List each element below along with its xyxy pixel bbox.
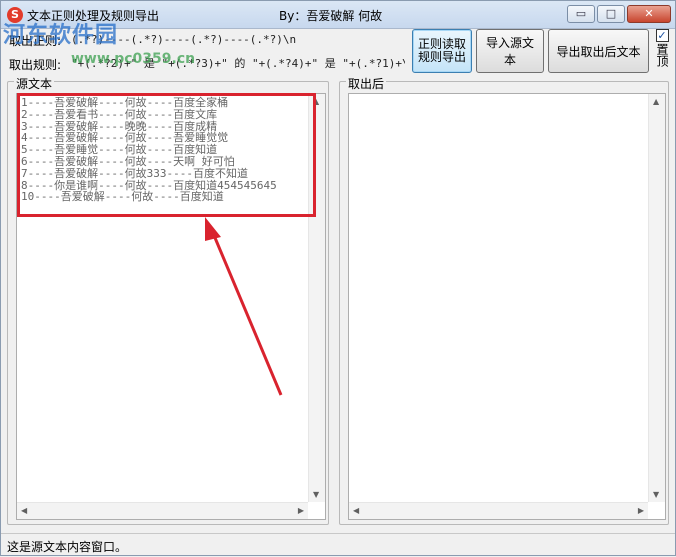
result-vertical-scrollbar[interactable]: ▲ ▼: [648, 94, 665, 502]
source-vertical-scrollbar[interactable]: ▲ ▼: [308, 94, 325, 502]
export-result-button[interactable]: 导出取出后文本: [548, 29, 649, 73]
regex-input[interactable]: [67, 29, 409, 49]
window-byline: By：吾爱破解 何故: [279, 9, 383, 23]
app-logo-icon: S: [7, 7, 23, 23]
title-bar[interactable]: S 文本正则处理及规则导出 By：吾爱破解 何故 ▭ □ ✕: [1, 1, 675, 29]
window-title: 文本正则处理及规则导出: [27, 9, 160, 23]
import-source-button[interactable]: 导入源文本: [476, 29, 544, 73]
app-window: S 文本正则处理及规则导出 By：吾爱破解 何故 ▭ □ ✕ 取出正则: 取出规…: [0, 0, 676, 556]
source-line: 7----吾爱破解----何故333----百度不知道: [21, 166, 248, 180]
regex-label: 取出正则:: [9, 34, 62, 48]
read-export-label: 正则读取 规则导出: [417, 37, 466, 64]
scroll-up-icon[interactable]: ▲: [313, 97, 319, 106]
rule-row: 取出规则:: [9, 53, 409, 73]
scroll-right-icon[interactable]: ▶: [298, 506, 304, 515]
minimize-button[interactable]: ▭: [567, 5, 595, 23]
scroll-down-icon[interactable]: ▼: [653, 490, 659, 499]
source-text-lines: 1----吾爱破解----何故----百度全家桶 2----吾爱看书----何故-…: [21, 97, 277, 203]
result-title: 取出后: [346, 75, 387, 92]
maximize-button[interactable]: □: [597, 5, 625, 23]
source-groupbox: 源文本 1----吾爱破解----何故----百度全家桶 2----吾爱看书---…: [7, 75, 329, 525]
result-textarea[interactable]: ▲ ▼ ◀ ▶: [348, 93, 666, 520]
close-button[interactable]: ✕: [627, 5, 671, 23]
topmost-toggle[interactable]: ✓ 置顶: [654, 29, 670, 75]
source-line: 2----吾爱看书----何故----百度文库: [21, 107, 218, 121]
scroll-left-icon[interactable]: ◀: [21, 506, 27, 515]
result-groupbox: 取出后 ▲ ▼ ◀ ▶: [339, 75, 669, 525]
source-line: 10----吾爱破解----何故----百度知道: [21, 190, 224, 204]
scroll-up-icon[interactable]: ▲: [653, 97, 659, 106]
status-bar: 这是源文本内容窗口。: [1, 533, 675, 555]
regex-row: 取出正则:: [9, 29, 409, 49]
source-line: 6----吾爱破解----何故----天啊 好可怕: [21, 154, 235, 168]
status-text: 这是源文本内容窗口。: [7, 540, 128, 554]
source-horizontal-scrollbar[interactable]: ◀ ▶: [17, 502, 308, 519]
window-controls: ▭ □ ✕: [567, 5, 671, 23]
rule-label: 取出规则:: [9, 58, 62, 72]
source-title: 源文本: [14, 75, 55, 92]
rule-input[interactable]: [67, 53, 409, 73]
topmost-label: 置顶: [655, 43, 669, 67]
topmost-checkbox[interactable]: ✓: [655, 29, 669, 42]
read-export-button[interactable]: 正则读取 规则导出: [412, 29, 472, 73]
scroll-down-icon[interactable]: ▼: [313, 490, 319, 499]
scroll-right-icon[interactable]: ▶: [638, 506, 644, 515]
scroll-left-icon[interactable]: ◀: [353, 506, 359, 515]
result-horizontal-scrollbar[interactable]: ◀ ▶: [349, 502, 648, 519]
source-textarea[interactable]: 1----吾爱破解----何故----百度全家桶 2----吾爱看书----何故-…: [16, 93, 326, 520]
